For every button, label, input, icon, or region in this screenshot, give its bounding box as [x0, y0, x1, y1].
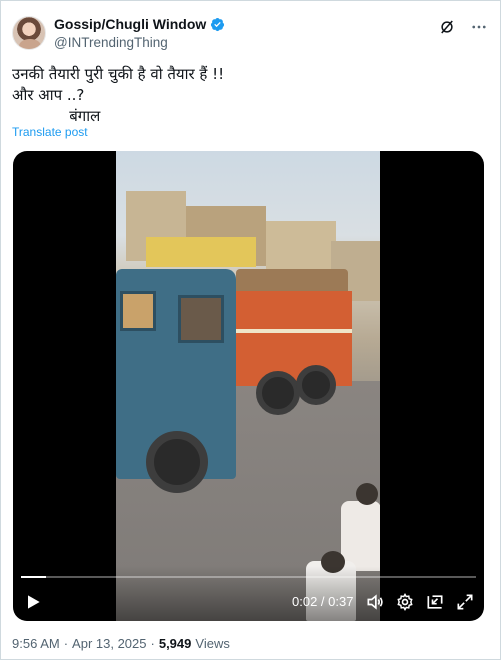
avatar[interactable]: [12, 16, 46, 50]
author-display-name[interactable]: Gossip/Chugli Window: [54, 16, 206, 32]
post-header: Gossip/Chugli Window @INTrendingThing: [12, 14, 490, 54]
views-count: 5,949: [158, 636, 192, 651]
verified-badge-icon: [211, 17, 225, 31]
views-label: Views: [195, 636, 230, 651]
header-actions: [438, 18, 488, 36]
video-controls: 0:02 / 0:37: [13, 566, 484, 621]
post-time[interactable]: 9:56 AM: [12, 636, 60, 651]
video-time: 0:02 / 0:37: [292, 594, 353, 609]
meta-separator: ·: [150, 636, 155, 651]
video-time-separator: /: [317, 594, 329, 609]
picture-in-picture-icon[interactable]: [425, 592, 445, 612]
post-meta: 9:56 AM · Apr 13, 2025 · 5,949 Views: [12, 636, 230, 651]
translate-post-link[interactable]: Translate post: [12, 125, 88, 139]
fullscreen-icon[interactable]: [455, 592, 475, 612]
volume-icon[interactable]: [365, 592, 385, 612]
video-progress-bar[interactable]: [21, 576, 476, 578]
post-date[interactable]: Apr 13, 2025: [72, 636, 146, 651]
meta-separator: ·: [63, 636, 69, 651]
post-text-line: उनकी तैयारी पुरी चुकी है वो तैयार हैं !!: [12, 65, 225, 83]
video-duration: 0:37: [328, 594, 354, 609]
settings-gear-icon[interactable]: [395, 592, 415, 612]
post-text-line: बंगाल: [12, 107, 101, 125]
more-icon[interactable]: [470, 18, 488, 36]
video-frame: [116, 151, 380, 621]
video-player[interactable]: 0:02 / 0:37: [13, 151, 484, 621]
author-block: Gossip/Chugli Window @INTrendingThing: [54, 15, 225, 50]
author-handle[interactable]: @INTrendingThing: [54, 35, 225, 50]
post-text-line: और आप ..?: [12, 86, 85, 104]
grok-icon[interactable]: [438, 18, 456, 36]
play-icon[interactable]: [23, 592, 43, 612]
post-text: उनकी तैयारी पुरी चुकी है वो तैयार हैं !!…: [12, 64, 482, 127]
video-current-time: 0:02: [292, 594, 318, 609]
video-progress-fill: [21, 576, 46, 578]
